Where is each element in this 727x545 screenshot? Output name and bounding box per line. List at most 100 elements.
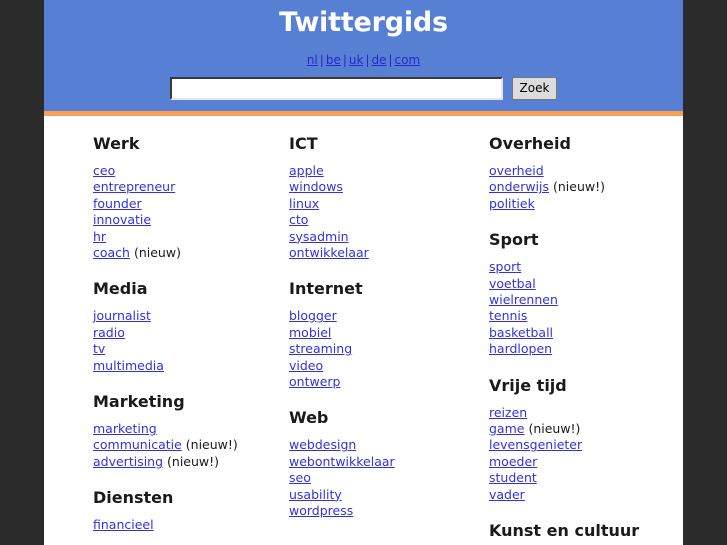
directory-link-financieel[interactable]: financieel (93, 517, 154, 532)
column-right: Overheid overheid onderwijs (nieuw!) politi… (444, 116, 683, 542)
directory-link-marketing[interactable]: marketing (93, 421, 157, 436)
list-item: innovatie (93, 212, 244, 228)
directory-link-founder[interactable]: founder (93, 196, 142, 211)
directory-link-linux[interactable]: linux (289, 196, 319, 211)
new-badge: (nieuw!) (181, 437, 238, 453)
directory-link-journalist[interactable]: journalist (93, 308, 151, 323)
category-link-list: overheid onderwijs (nieuw!) politiek (489, 155, 683, 212)
new-badge: (nieuw!) (163, 453, 220, 469)
directory-link-entrepreneur[interactable]: entrepreneur (93, 179, 175, 194)
directory-link-ontwerp[interactable]: ontwerp (289, 374, 340, 389)
list-item: wordpress (289, 503, 444, 519)
directory-link-streaming[interactable]: streaming (289, 341, 352, 356)
directory-link-voetbal[interactable]: voetbal (489, 276, 536, 291)
directory-link-hardlopen[interactable]: hardlopen (489, 341, 552, 356)
directory-link-seo[interactable]: seo (289, 470, 311, 485)
directory-link-tv[interactable]: tv (93, 341, 105, 356)
list-item: communicatie (nieuw!) (93, 437, 244, 453)
new-badge: (nieuw) (129, 245, 181, 261)
category-link-list: ceo entrepreneur founder innovatie hr coach (… (93, 155, 244, 261)
list-item: streaming (289, 341, 444, 357)
directory-link-wordpress[interactable]: wordpress (289, 503, 353, 518)
directory-link-basketball[interactable]: basketball (489, 325, 553, 340)
list-item: hardlopen (489, 341, 683, 357)
directory-link-webontwikkelaar[interactable]: webontwikkelaar (289, 454, 395, 469)
list-item: founder (93, 196, 244, 212)
directory-link-blogger[interactable]: blogger (289, 308, 337, 323)
list-item: wielrennen (489, 292, 683, 308)
directory-link-ontwikkelaar[interactable]: ontwikkelaar (289, 245, 369, 260)
directory-link-student[interactable]: student (489, 470, 537, 485)
directory-link-cto[interactable]: cto (289, 212, 308, 227)
list-item: cto (289, 212, 444, 228)
list-item: seo (289, 470, 444, 486)
list-item: radio (93, 325, 244, 341)
language-link-be[interactable]: be (326, 53, 341, 67)
list-item: mobiel (289, 325, 444, 341)
directory-link-windows[interactable]: windows (289, 179, 343, 194)
directory-link-radio[interactable]: radio (93, 325, 125, 340)
category-link-list: journalist radio tv multimedia (93, 300, 244, 374)
list-item: hr (93, 229, 244, 245)
language-link-de[interactable]: de (371, 53, 386, 67)
column-left: Werk ceo entrepreneur founder innovatie hr coa… (44, 116, 244, 542)
category-link-list: blogger mobiel streaming video ontwerp (289, 300, 444, 390)
list-item: windows (289, 179, 444, 195)
category-heading: ICT (289, 134, 318, 153)
directory-link-ceo[interactable]: ceo (93, 163, 115, 178)
category-heading: Sport (489, 230, 539, 250)
directory-link-wielrennen[interactable]: wielrennen (489, 292, 558, 307)
directory-link-sysadmin[interactable]: sysadmin (289, 229, 349, 244)
category-heading: Diensten (93, 488, 174, 508)
directory-link-vader[interactable]: vader (489, 487, 525, 502)
list-item: student (489, 470, 683, 486)
category-heading: Media (93, 279, 148, 299)
list-item: multimedia (93, 358, 244, 374)
directory-link-onderwijs[interactable]: onderwijs (489, 179, 549, 194)
directory-link-moeder[interactable]: moeder (489, 454, 537, 469)
directory-link-mobiel[interactable]: mobiel (289, 325, 331, 340)
directory-link-advertising[interactable]: advertising (93, 454, 163, 469)
list-item: levensgenieter (489, 437, 683, 453)
category-link-list: reizen game (nieuw!) levensgenieter moeder s… (489, 397, 683, 503)
language-link-uk[interactable]: uk (349, 53, 364, 67)
list-item: tv (93, 341, 244, 357)
language-separator: | (388, 53, 393, 67)
directory-link-webdesign[interactable]: webdesign (289, 437, 356, 452)
list-item: journalist (93, 308, 244, 324)
directory-link-coach[interactable]: coach (93, 245, 130, 260)
directory-columns: Werk ceo entrepreneur founder innovatie hr coa… (44, 116, 683, 542)
directory-link-video[interactable]: video (289, 358, 323, 373)
list-item: sysadmin (289, 229, 444, 245)
directory-link-sport[interactable]: sport (489, 259, 521, 274)
language-link-nl[interactable]: nl (307, 53, 318, 67)
list-item: linux (289, 196, 444, 212)
directory-link-levensgenieter[interactable]: levensgenieter (489, 437, 582, 452)
list-item: entrepreneur (93, 179, 244, 195)
directory-link-overheid[interactable]: overheid (489, 163, 544, 178)
list-item: marketing (93, 421, 244, 437)
language-switcher: nl | be | uk | de | com (44, 40, 683, 67)
directory-link-communicatie[interactable]: communicatie (93, 437, 182, 452)
list-item: ceo (93, 163, 244, 179)
search-button[interactable]: Zoek (511, 77, 558, 100)
directory-link-multimedia[interactable]: multimedia (93, 358, 164, 373)
new-badge: (nieuw!) (549, 179, 606, 195)
list-item: basketball (489, 325, 683, 341)
search-input[interactable] (169, 77, 503, 100)
new-badge: (nieuw!) (524, 421, 581, 437)
directory-link-game[interactable]: game (489, 421, 524, 436)
category-link-list: financieel (93, 509, 244, 533)
directory-link-tennis[interactable]: tennis (489, 308, 527, 323)
language-link-com[interactable]: com (395, 53, 421, 67)
language-separator: | (342, 53, 347, 67)
directory-link-hr[interactable]: hr (93, 229, 106, 244)
list-item: onderwijs (nieuw!) (489, 179, 683, 195)
directory-link-innovatie[interactable]: innovatie (93, 212, 151, 227)
directory-link-politiek[interactable]: politiek (489, 196, 535, 211)
directory-link-apple[interactable]: apple (289, 163, 324, 178)
directory-link-reizen[interactable]: reizen (489, 405, 527, 420)
list-item: reizen (489, 405, 683, 421)
directory-link-usability[interactable]: usability (289, 487, 342, 502)
list-item: ontwikkelaar (289, 245, 444, 261)
